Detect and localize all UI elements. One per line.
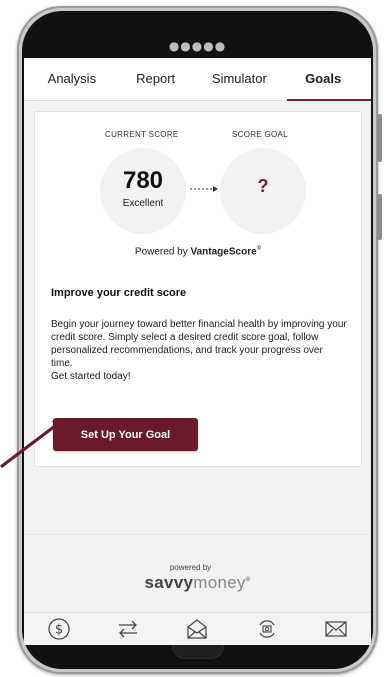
tab-simulator[interactable]: Simulator <box>198 58 282 100</box>
current-score-label: CURRENT SCORE <box>105 130 179 139</box>
set-up-goal-button[interactable]: Set Up Your Goal <box>53 418 198 451</box>
power-button <box>377 194 382 240</box>
volume-button <box>377 114 382 162</box>
camera-sync-icon[interactable] <box>254 616 280 642</box>
vantagescore-brand: VantageScore <box>190 246 257 258</box>
score-goal-label: SCORE GOAL <box>232 130 288 139</box>
improve-description-cta: Get started today! <box>51 371 131 382</box>
improve-description: Begin your journey toward better financi… <box>51 318 347 383</box>
tab-report[interactable]: Report <box>114 58 198 100</box>
powered-by-text: powered by <box>169 563 212 572</box>
app-screen: Analysis Report Simulator Goals CURRENT … <box>24 58 371 645</box>
goal-card: CURRENT SCORE SCORE GOAL 780 Excellent ?… <box>34 111 362 467</box>
tab-bar: Analysis Report Simulator Goals <box>24 58 371 101</box>
savvymoney-wordmark: savvymoney® <box>144 573 251 592</box>
svg-text:$: $ <box>55 623 63 638</box>
current-score-circle: 780 Excellent <box>100 148 186 234</box>
tab-analysis[interactable]: Analysis <box>30 58 114 100</box>
vantagescore-mark: ® <box>256 246 262 252</box>
powered-by-vantagescore: Powered by VantageScore® <box>35 246 361 257</box>
savvymoney-logo: powered by savvymoney® <box>24 563 371 593</box>
dotted-arrow-icon <box>190 186 218 192</box>
pointer-arrow-icon <box>0 420 64 468</box>
improve-description-text: Begin your journey toward better financi… <box>51 319 347 369</box>
improve-heading: Improve your credit score <box>51 287 187 299</box>
dollar-icon[interactable]: $ <box>46 616 72 642</box>
score-goal-circle[interactable]: ? <box>220 148 306 234</box>
score-goal-value: ? <box>257 176 269 196</box>
speaker-icon: ●●●●● <box>168 39 227 53</box>
transfer-icon[interactable] <box>115 616 141 642</box>
footer-divider <box>24 534 371 535</box>
envelope-open-icon[interactable] <box>184 616 210 642</box>
mail-icon[interactable] <box>323 616 349 642</box>
powered-prefix: Powered by <box>134 246 191 258</box>
tab-goals[interactable]: Goals <box>281 58 371 101</box>
current-score-rating: Excellent <box>122 198 164 209</box>
bottom-nav: $ <box>24 612 371 645</box>
current-score-value: 780 <box>122 167 164 194</box>
